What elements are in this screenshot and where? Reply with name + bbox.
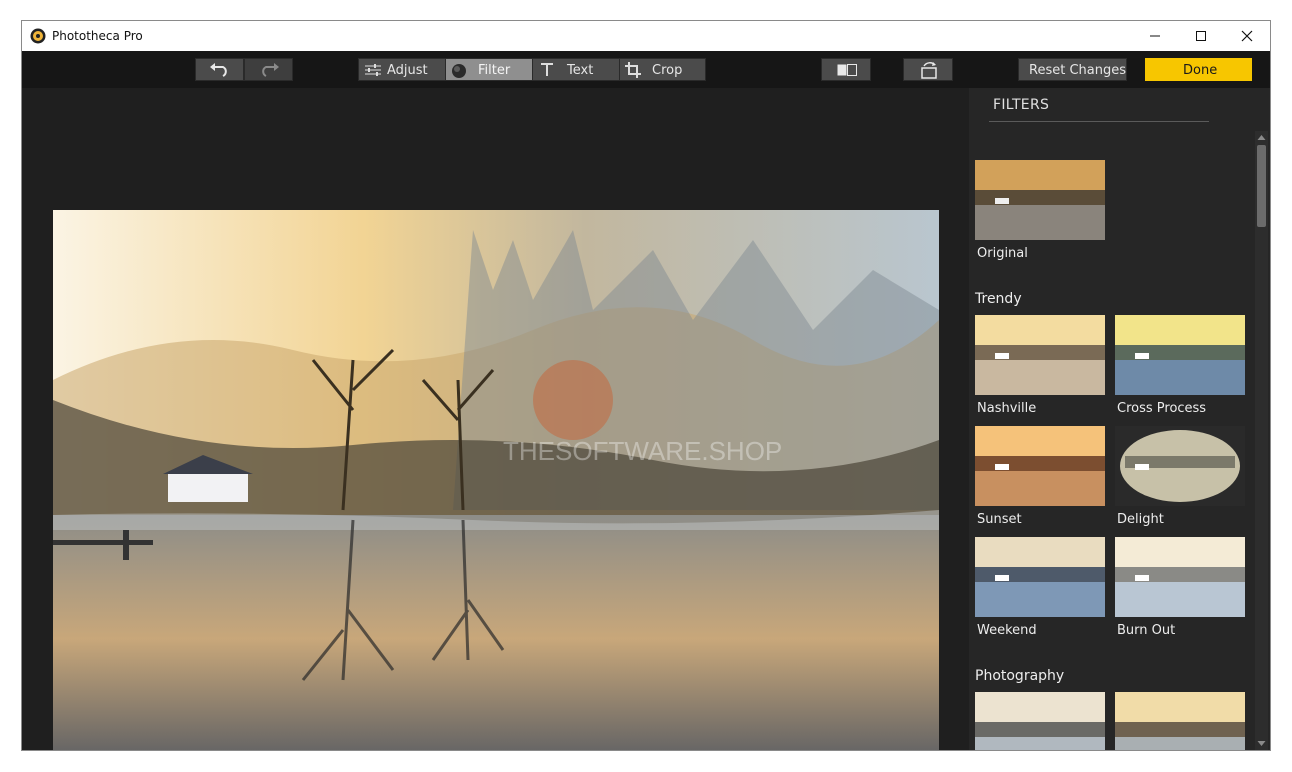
undo-button[interactable] — [195, 58, 244, 81]
sliders-icon — [365, 64, 381, 76]
compare-button[interactable] — [821, 58, 871, 81]
editor-canvas: THESOFTWARE.SHOP — [22, 88, 969, 750]
filter-thumb-delight[interactable] — [1115, 426, 1245, 506]
maximize-icon — [1196, 31, 1206, 41]
photo-preview[interactable]: THESOFTWARE.SHOP — [53, 210, 939, 750]
thumb-image — [975, 426, 1105, 506]
thumb-image — [975, 692, 1105, 750]
redo-button[interactable] — [244, 58, 293, 81]
watermark-text: THESOFTWARE.SHOP — [503, 436, 782, 466]
done-button[interactable]: Done — [1145, 58, 1252, 81]
filter-label-weekend: Weekend — [977, 623, 1037, 638]
filter-label-delight: Delight — [1117, 512, 1164, 527]
scrollbar-thumb[interactable] — [1257, 145, 1266, 227]
tab-adjust-label: Adjust — [387, 63, 428, 78]
window-title: Phototheca Pro — [52, 29, 143, 43]
filter-thumb-cross-process[interactable] — [1115, 315, 1245, 395]
editor-toolbar: Adjust Filter Text Crop Reset Changes Do… — [22, 51, 1270, 88]
tab-filter-label: Filter — [478, 63, 511, 78]
filter-thumb-burn-out[interactable] — [1115, 537, 1245, 617]
filter-label-sunset: Sunset — [977, 512, 1022, 527]
app-window: Phototheca Pro Adjust Filter Text Crop R… — [21, 20, 1271, 751]
filter-circle-icon — [452, 64, 466, 78]
filter-thumb-photography-1[interactable] — [975, 692, 1105, 750]
filter-thumb-original[interactable] — [975, 160, 1105, 240]
scroll-down-icon[interactable] — [1257, 739, 1266, 748]
minimize-icon — [1150, 35, 1160, 37]
maximize-button[interactable] — [1178, 21, 1224, 51]
reset-changes-label: Reset Changes — [1029, 63, 1126, 78]
scroll-up-icon[interactable] — [1257, 133, 1266, 142]
thumb-image — [975, 315, 1105, 395]
filter-thumb-weekend[interactable] — [975, 537, 1105, 617]
close-icon — [1241, 30, 1253, 42]
filter-label-cross-process: Cross Process — [1117, 401, 1207, 416]
thumb-image — [975, 160, 1105, 240]
filter-label-original: Original — [977, 246, 1028, 261]
rotate-button[interactable] — [903, 58, 953, 81]
undo-icon — [210, 63, 227, 77]
redo-icon — [262, 63, 279, 77]
thumb-image — [1115, 315, 1245, 395]
tab-text-label: Text — [567, 63, 594, 78]
tab-adjust[interactable]: Adjust — [358, 58, 446, 81]
crop-icon — [625, 62, 641, 78]
minimize-button[interactable] — [1132, 21, 1178, 51]
title-bar: Phototheca Pro — [22, 21, 1270, 51]
text-T-icon — [541, 63, 553, 76]
filters-scrollbar[interactable] — [1255, 131, 1268, 750]
compare-icon — [837, 64, 857, 76]
reset-changes-button[interactable]: Reset Changes — [1018, 58, 1127, 81]
filter-thumb-photography-2[interactable] — [1115, 692, 1245, 750]
filter-label-burn-out: Burn Out — [1117, 623, 1176, 638]
filters-title-divider — [989, 121, 1209, 122]
filter-thumb-sunset[interactable] — [975, 426, 1105, 506]
section-photography-title: Photography — [975, 668, 1065, 684]
tab-crop[interactable]: Crop — [619, 58, 706, 81]
close-button[interactable] — [1224, 21, 1270, 51]
tab-crop-label: Crop — [652, 63, 683, 78]
tab-text[interactable]: Text — [532, 58, 620, 81]
thumb-image — [1115, 692, 1245, 750]
thumb-image — [1115, 537, 1245, 617]
filter-thumb-nashville[interactable] — [975, 315, 1105, 395]
done-label: Done — [1183, 63, 1218, 78]
landscape-photo: THESOFTWARE.SHOP — [53, 210, 939, 750]
filters-title: FILTERS — [993, 97, 1050, 113]
thumb-image — [975, 537, 1105, 617]
thumb-image — [1115, 426, 1245, 506]
filter-label-nashville: Nashville — [977, 401, 1037, 416]
app-logo-icon — [30, 28, 46, 44]
section-trendy-title: Trendy — [975, 291, 1022, 307]
rotate-icon — [921, 62, 937, 79]
tab-filter[interactable]: Filter — [445, 58, 533, 81]
filters-sidebar: FILTERS Original Trendy Nashville Cross … — [969, 88, 1270, 750]
